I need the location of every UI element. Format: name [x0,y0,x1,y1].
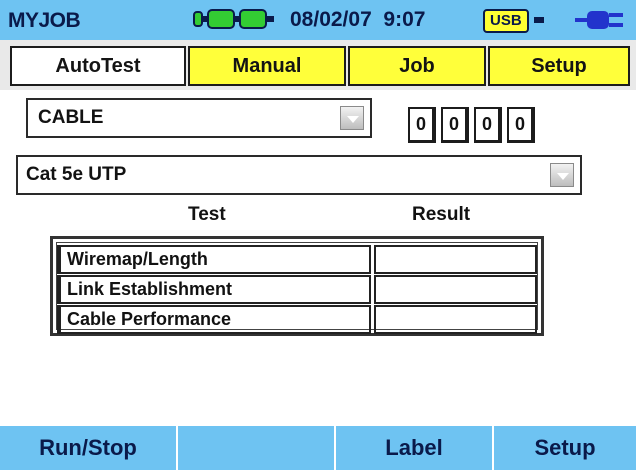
tab-job[interactable]: Job [348,46,486,86]
counter-digit[interactable]: 0 [507,107,535,143]
cable-type-dropdown[interactable]: Cat 5e UTP [16,155,582,195]
table-row[interactable]: Link Establishment [57,275,537,304]
tab-bar: AutoTest Manual Job Setup [0,40,636,90]
test-result [374,245,537,274]
label-button[interactable]: Label [336,426,492,470]
tab-setup[interactable]: Setup [488,46,630,86]
cable-type-value: Cat 5e UTP [26,164,127,185]
test-result [374,305,537,334]
column-header-result: Result [412,204,471,225]
test-name: Cable Performance [57,305,371,334]
date-text: 08/02/07 [290,8,372,31]
counter-digit[interactable]: 0 [408,107,436,143]
job-name: MYJOB [8,9,81,32]
tab-manual[interactable]: Manual [188,46,346,86]
test-results-table: Wiremap/Length Link Establishment Cable … [50,236,544,336]
run-stop-button[interactable]: Run/Stop [0,426,176,470]
battery-icon [193,9,274,29]
datetime: 08/02/07 9:07 [290,8,425,32]
id-counter[interactable]: 0 0 0 0 [408,107,535,143]
table-row[interactable]: Wiremap/Length [57,245,537,274]
table-row[interactable]: Cable Performance [57,305,537,334]
counter-digit[interactable]: 0 [441,107,469,143]
column-header-test: Test [188,204,226,225]
softkey-2-button[interactable] [178,426,334,470]
test-type-dropdown[interactable]: CABLE [26,98,372,138]
setup-button[interactable]: Setup [494,426,636,470]
status-bar: MYJOB 08/02/07 9:07 USB [0,0,636,40]
test-result [374,275,537,304]
test-type-value: CABLE [38,107,104,128]
ac-power-plug-icon [575,11,623,29]
test-name: Link Establishment [57,275,371,304]
usb-icon: USB [483,9,529,33]
dropdown-arrow-icon[interactable] [550,163,574,187]
time-text: 9:07 [383,8,426,31]
usb-connector-icon [534,17,544,23]
tab-autotest[interactable]: AutoTest [10,46,186,86]
dropdown-arrow-icon[interactable] [340,106,364,130]
counter-digit[interactable]: 0 [474,107,502,143]
test-name: Wiremap/Length [57,245,371,274]
softkey-bar: Run/Stop Label Setup [0,426,636,470]
